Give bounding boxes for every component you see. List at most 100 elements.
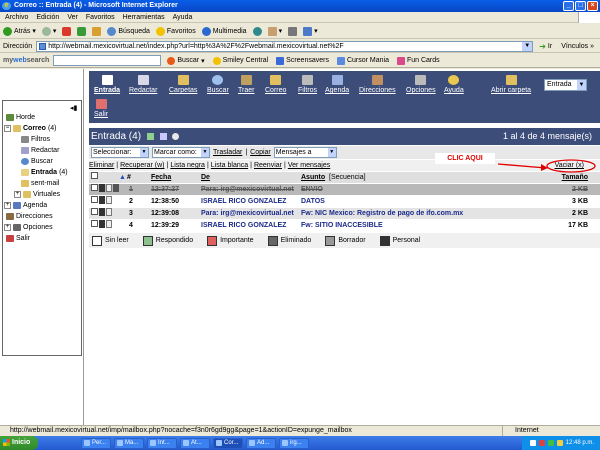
refresh-icon[interactable]: [146, 132, 154, 140]
vaciar-link[interactable]: Vaciar (x): [555, 160, 584, 171]
message-row[interactable]: 2 12:38:50 ISRAEL RICO GONZALEZ DATOS 3 …: [89, 196, 600, 207]
sidebar-item-direcciones[interactable]: Direcciones: [6, 211, 53, 222]
sidebar-item-agenda[interactable]: + Agenda: [4, 200, 47, 211]
message-checkbox[interactable]: [91, 220, 98, 227]
nav-direcciones[interactable]: Direcciones: [359, 75, 396, 94]
screensavers-button[interactable]: Screensavers: [274, 56, 331, 65]
sidebar-item-redactar[interactable]: Redactar: [21, 145, 59, 156]
links-button[interactable]: Vínculos »: [561, 43, 594, 50]
select-dropdown[interactable]: Seleccionar: ▼: [91, 147, 149, 158]
nav-salir[interactable]: Salir: [94, 99, 108, 118]
sidebar-item-virtuales[interactable]: + Virtuales: [14, 189, 60, 200]
sidebar-item-filtros[interactable]: Filtros: [21, 134, 50, 145]
multimedia-button[interactable]: Multimedia: [201, 26, 247, 36]
move-to-dropdown[interactable]: Mensajes a ▼: [273, 147, 337, 158]
lista-blanca-link[interactable]: Lista blanca: [211, 160, 248, 171]
refresh-button[interactable]: [77, 26, 87, 36]
fun-cards-button[interactable]: Fun Cards: [395, 56, 442, 65]
column-sequence[interactable]: [Secuencia]: [329, 172, 366, 183]
sidebar-item-correo[interactable]: − Correo (4): [4, 123, 57, 134]
sidebar-item-salir[interactable]: Salir: [6, 233, 30, 244]
nav-redactar[interactable]: Redactar: [129, 75, 157, 94]
cursor-mania-button[interactable]: Cursor Mania: [335, 56, 391, 65]
column-subject[interactable]: Asunto: [301, 172, 325, 183]
eliminar-link[interactable]: Eliminar: [89, 160, 114, 171]
sort-arrow-icon[interactable]: ▲: [119, 172, 126, 183]
nav-filtros[interactable]: Filtros: [298, 75, 317, 94]
lista-negra-link[interactable]: Lista negra: [170, 160, 205, 171]
recuperar-link[interactable]: Recuperar (w): [120, 160, 164, 171]
mark-as-dropdown[interactable]: Marcar como: ▼: [152, 147, 210, 158]
nav-opciones[interactable]: Opciones: [406, 75, 436, 94]
back-button[interactable]: Atrás ▾: [3, 26, 36, 36]
message-row[interactable]: 1 12:37:27 Para: irg@mexicovirtual.net E…: [89, 184, 600, 195]
start-button[interactable]: Inicio: [0, 436, 38, 450]
menu-favoritos[interactable]: Favoritos: [86, 12, 115, 22]
tray-icon[interactable]: [547, 440, 554, 446]
sidebar-item-opciones[interactable]: + Opciones: [4, 222, 53, 233]
menu-ver[interactable]: Ver: [67, 12, 78, 22]
tray-icon[interactable]: [529, 440, 536, 446]
taskbar-item[interactable]: irg...: [279, 437, 309, 449]
message-row[interactable]: 3 12:39:08 Para: irg@mexicovirtual.net F…: [89, 208, 600, 219]
nav-ayuda[interactable]: Ayuda: [444, 75, 464, 94]
print-button[interactable]: [288, 26, 298, 36]
forward-button[interactable]: ▾: [41, 26, 56, 36]
taskbar-item[interactable]: Ma...: [114, 437, 144, 449]
taskbar-item[interactable]: Int...: [147, 437, 177, 449]
address-input[interactable]: http://webmail.mexicovirtual.net/index.p…: [36, 40, 534, 52]
minimize-button[interactable]: _: [563, 1, 574, 11]
websearch-input[interactable]: [53, 55, 162, 66]
select-all-checkbox[interactable]: [91, 172, 98, 179]
expand-icon[interactable]: +: [14, 191, 21, 198]
edit-button[interactable]: ▾: [303, 26, 318, 36]
message-row[interactable]: 4 12:39:29 ISRAEL RICO GONZALEZ Fw: SITI…: [89, 220, 600, 231]
message-checkbox[interactable]: [91, 208, 98, 215]
reenviar-link[interactable]: Reenviar: [254, 160, 282, 171]
taskbar-item[interactable]: Ad...: [246, 437, 276, 449]
expand-icon[interactable]: +: [4, 224, 11, 231]
column-from[interactable]: De: [201, 172, 210, 183]
menu-ayuda[interactable]: Ayuda: [173, 12, 193, 22]
column-number[interactable]: #: [127, 172, 131, 183]
menu-herramientas[interactable]: Herramientas: [123, 12, 165, 22]
address-dropdown-icon[interactable]: ▼: [522, 41, 533, 51]
sidebar-item-sent-mail[interactable]: sent-mail: [21, 178, 59, 189]
column-size[interactable]: Tamaño: [562, 172, 588, 183]
taskbar-item[interactable]: At...: [180, 437, 210, 449]
message-checkbox[interactable]: [91, 184, 98, 191]
message-checkbox[interactable]: [91, 196, 98, 203]
close-button[interactable]: ×: [587, 1, 598, 11]
collapse-icon[interactable]: −: [4, 125, 11, 132]
nav-buscar[interactable]: Buscar: [207, 75, 229, 94]
go-button[interactable]: ➔ Ir: [539, 42, 552, 51]
menu-edicion[interactable]: Edición: [36, 12, 59, 22]
trasladar-link[interactable]: Trasladar: [213, 149, 242, 156]
column-date[interactable]: Fecha: [151, 172, 171, 183]
websearch-buscar-button[interactable]: Buscar ▾: [165, 56, 206, 65]
copiar-link[interactable]: Copiar: [250, 149, 271, 156]
tray-icon[interactable]: [538, 440, 545, 446]
taskbar-item-active[interactable]: Cor...: [213, 437, 243, 449]
nav-entrada[interactable]: Entrada: [94, 75, 120, 94]
favorites-button[interactable]: Favoritos: [155, 26, 196, 36]
filter-icon[interactable]: [159, 132, 167, 140]
mail-button[interactable]: ▾: [267, 26, 282, 36]
smiley-central-button[interactable]: Smiley Central: [211, 56, 271, 65]
ver-mensajes-link[interactable]: Ver mensajes: [288, 160, 330, 171]
folder-select[interactable]: Entrada ▼: [544, 79, 587, 91]
menu-archivo[interactable]: Archivo: [5, 12, 28, 22]
taskbar-item[interactable]: Per...: [81, 437, 111, 449]
nav-agenda[interactable]: Agenda: [325, 75, 349, 94]
nav-abrir-carpeta[interactable]: Abrir carpeta: [491, 75, 531, 94]
history-button[interactable]: [252, 26, 262, 36]
stop-button[interactable]: [62, 26, 72, 36]
sidebar-item-buscar[interactable]: Buscar: [21, 156, 53, 167]
expand-icon[interactable]: +: [4, 202, 11, 209]
home-button[interactable]: [92, 26, 102, 36]
nav-traer[interactable]: Traer: [238, 75, 254, 94]
maximize-button[interactable]: □: [575, 1, 586, 11]
nav-correo[interactable]: Correo: [265, 75, 286, 94]
search-button[interactable]: Búsqueda: [107, 26, 150, 36]
search-icon[interactable]: [172, 132, 180, 140]
